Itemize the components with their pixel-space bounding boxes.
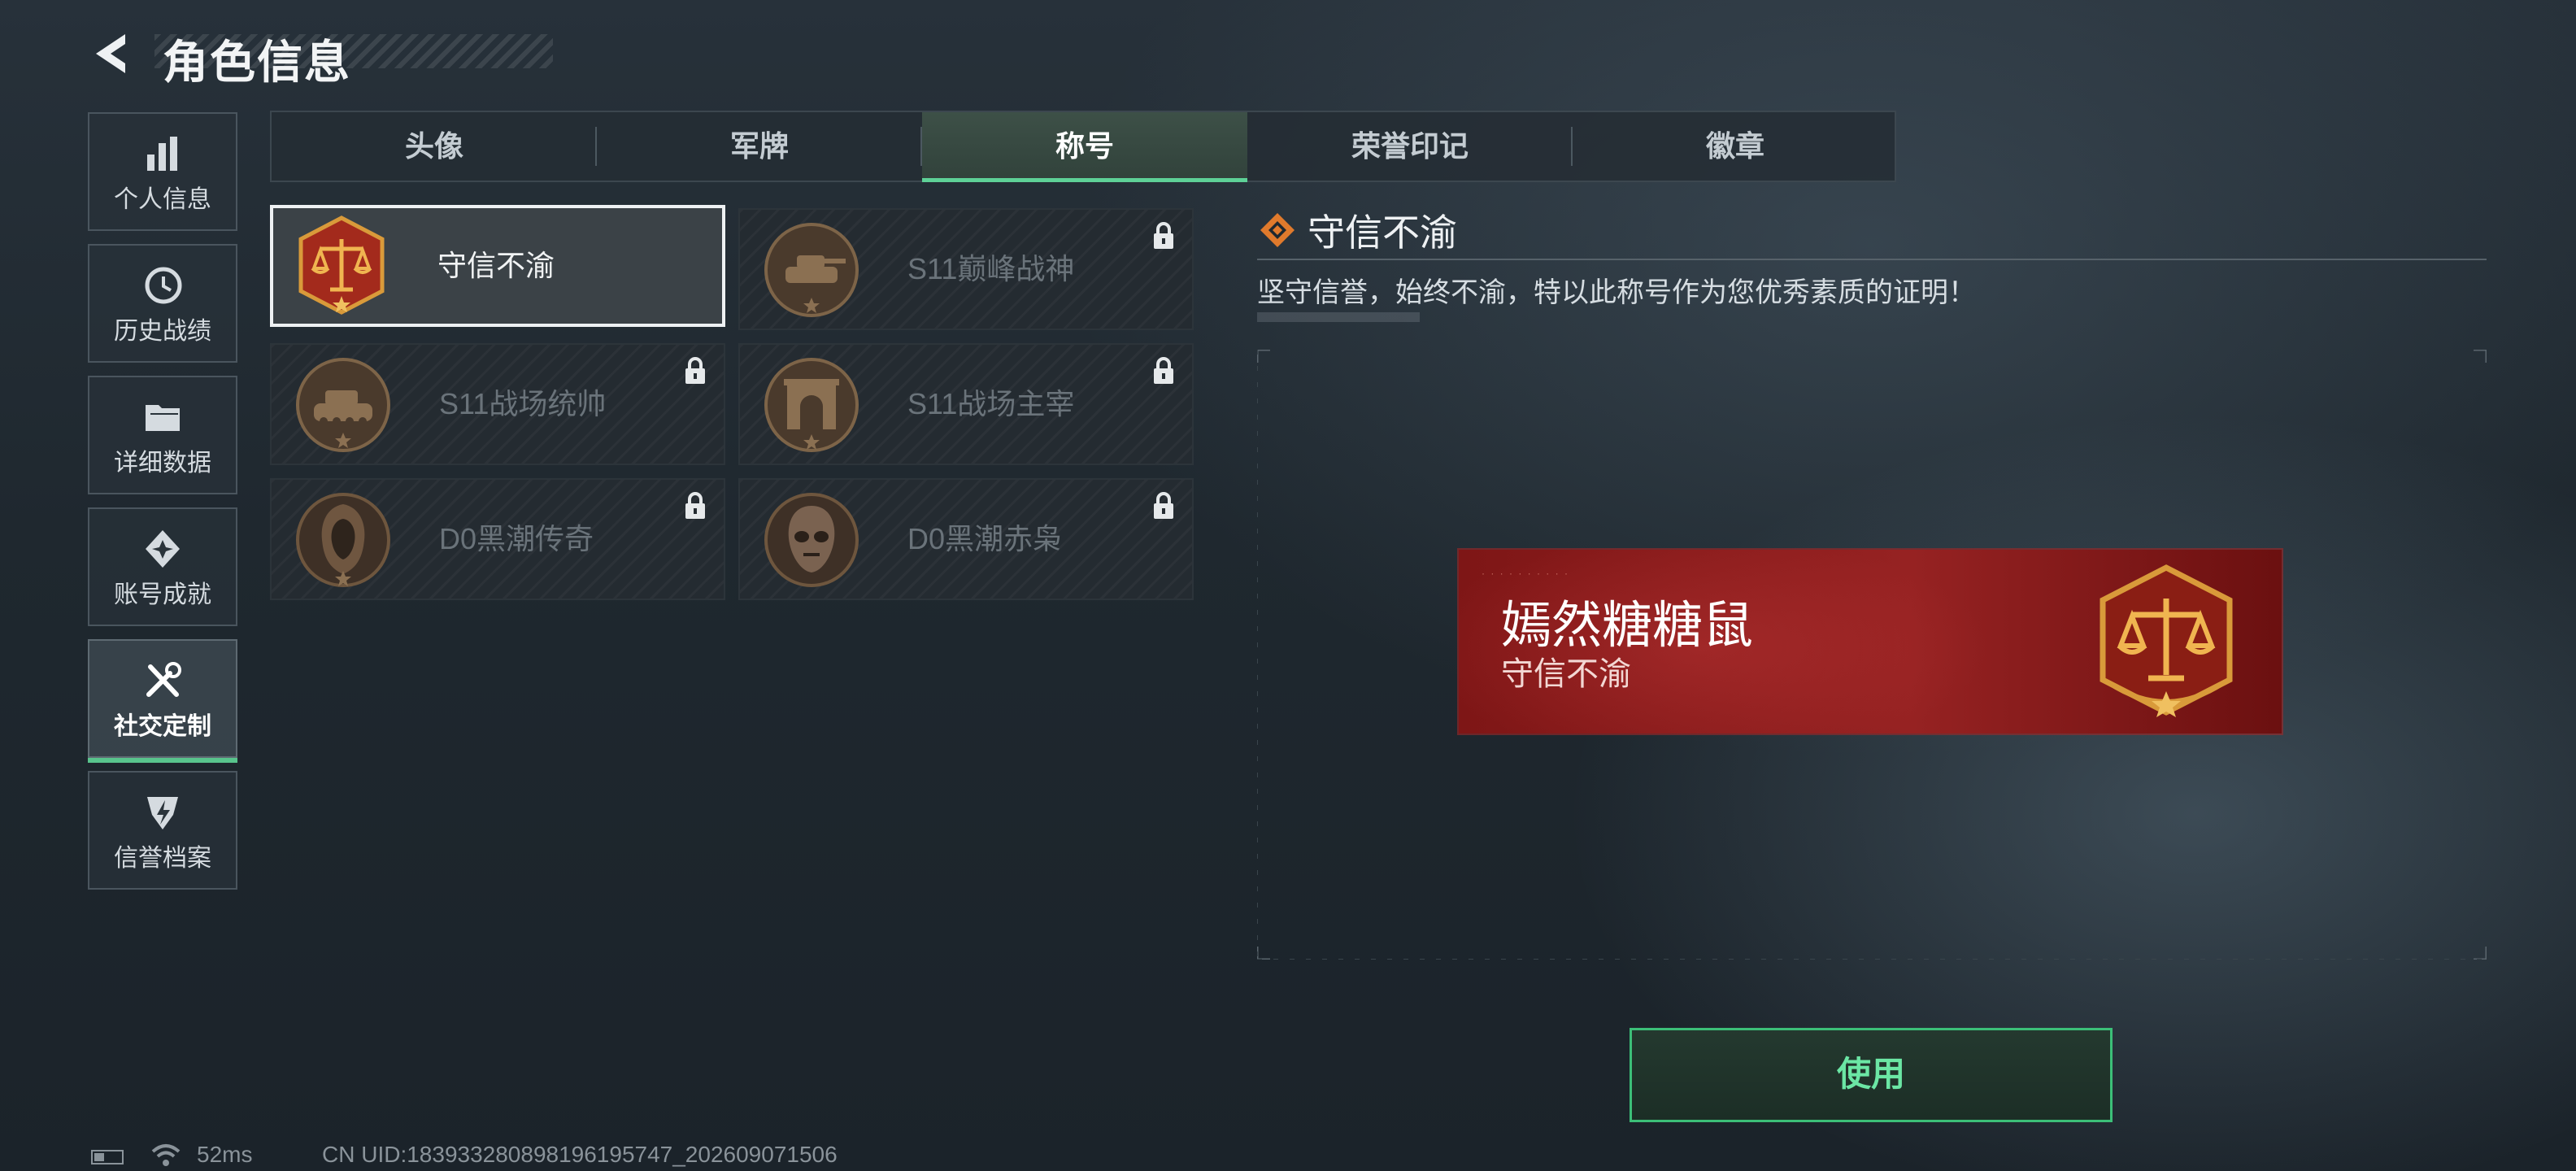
hooded-figure-emblem-icon — [296, 493, 390, 587]
lock-icon — [685, 492, 705, 519]
preview-nickname: 嫣然糖糖鼠 — [1501, 598, 1754, 654]
sidebar-item-label: 详细数据 — [114, 450, 211, 477]
detail-divider — [1257, 259, 2487, 260]
title-card[interactable]: S11战场统帅 — [270, 343, 725, 465]
sidebar-item-label: 账号成就 — [114, 581, 211, 608]
title-name: S11战场主宰 — [907, 387, 1075, 420]
title-card[interactable]: D0黑潮赤枭 — [738, 478, 1194, 600]
skull-mask-emblem-icon — [764, 493, 859, 587]
sidebar-item-credit-file[interactable]: 信誉档案 — [88, 771, 237, 890]
title-name: 守信不渝 — [437, 249, 555, 282]
title-card[interactable]: S11战场主宰 — [738, 343, 1194, 465]
detail-decoration — [1257, 312, 1420, 322]
detail-title: 守信不渝 — [1308, 211, 1457, 254]
sidebar-item-personal-info[interactable]: 个人信息 — [88, 112, 237, 231]
title-card[interactable]: D0黑潮传奇 — [270, 478, 725, 600]
tab-dog-tag[interactable]: 军牌 — [597, 112, 922, 181]
title-card-selected[interactable]: 守信不渝 — [270, 205, 725, 327]
sidebar-item-detailed-data[interactable]: 详细数据 — [88, 376, 237, 494]
tank-emblem-icon — [764, 223, 859, 317]
title-card[interactable]: S11巅峰战神 — [738, 208, 1194, 330]
use-button[interactable]: 使用 — [1630, 1028, 2113, 1122]
back-arrow-icon[interactable] — [88, 29, 137, 78]
scales-emblem-icon — [2100, 564, 2233, 717]
banner-decoration: · · · · · · · · · · — [1482, 568, 1569, 579]
bar-chart-icon — [147, 137, 177, 171]
sidebar-item-label: 历史战绩 — [114, 318, 211, 345]
lock-icon — [1154, 492, 1173, 519]
history-clock-icon — [145, 267, 182, 304]
wifi-icon — [151, 1144, 181, 1166]
tab-bar: 头像 军牌 称号 荣誉印记 徽章 — [270, 111, 1896, 182]
folder-icon — [146, 405, 180, 431]
achievement-icon — [146, 530, 180, 568]
preview-title: 守信不渝 — [1501, 656, 1631, 692]
title-name: D0黑潮传奇 — [439, 522, 594, 555]
lock-icon — [1154, 222, 1173, 249]
sidebar-item-label: 社交定制 — [114, 713, 211, 740]
arch-emblem-icon — [764, 358, 859, 452]
tank-emblem-icon — [296, 358, 390, 452]
sidebar-item-label: 个人信息 — [114, 186, 211, 213]
title-preview-banner: · · · · · · · · · · 嫣然糖糖鼠 守信不渝 — [1459, 550, 2282, 734]
lock-icon — [685, 357, 705, 384]
title-diamond-icon — [1260, 213, 1295, 247]
tab-honor-mark[interactable]: 荣誉印记 — [1247, 112, 1573, 181]
tab-badge[interactable]: 徽章 — [1573, 112, 1898, 181]
tab-avatar[interactable]: 头像 — [272, 112, 597, 181]
sidebar-item-history[interactable]: 历史战绩 — [88, 244, 237, 363]
shield-bolt-icon — [147, 797, 178, 829]
title-name: D0黑潮赤枭 — [907, 522, 1063, 555]
sidebar-item-achievements[interactable]: 账号成就 — [88, 507, 237, 626]
sidebar-item-social-custom[interactable]: 社交定制 — [88, 639, 237, 763]
lock-icon — [1154, 357, 1173, 384]
title-name: S11战场统帅 — [439, 387, 607, 420]
tools-icon — [146, 662, 181, 697]
scales-emblem-icon — [298, 215, 385, 315]
detail-description: 坚守信誉，始终不渝，特以此称号作为您优秀素质的证明！ — [1257, 277, 1976, 308]
page-title: 角色信息 — [163, 37, 351, 88]
battery-icon — [91, 1150, 124, 1164]
sidebar-item-label: 信誉档案 — [114, 845, 211, 872]
tab-title[interactable]: 称号 — [922, 112, 1247, 182]
ping-readout: 52ms — [197, 1142, 253, 1167]
uid-readout: CN UID:183933280898196195747_20260907150… — [322, 1142, 838, 1167]
title-name: S11巅峰战神 — [907, 252, 1075, 285]
